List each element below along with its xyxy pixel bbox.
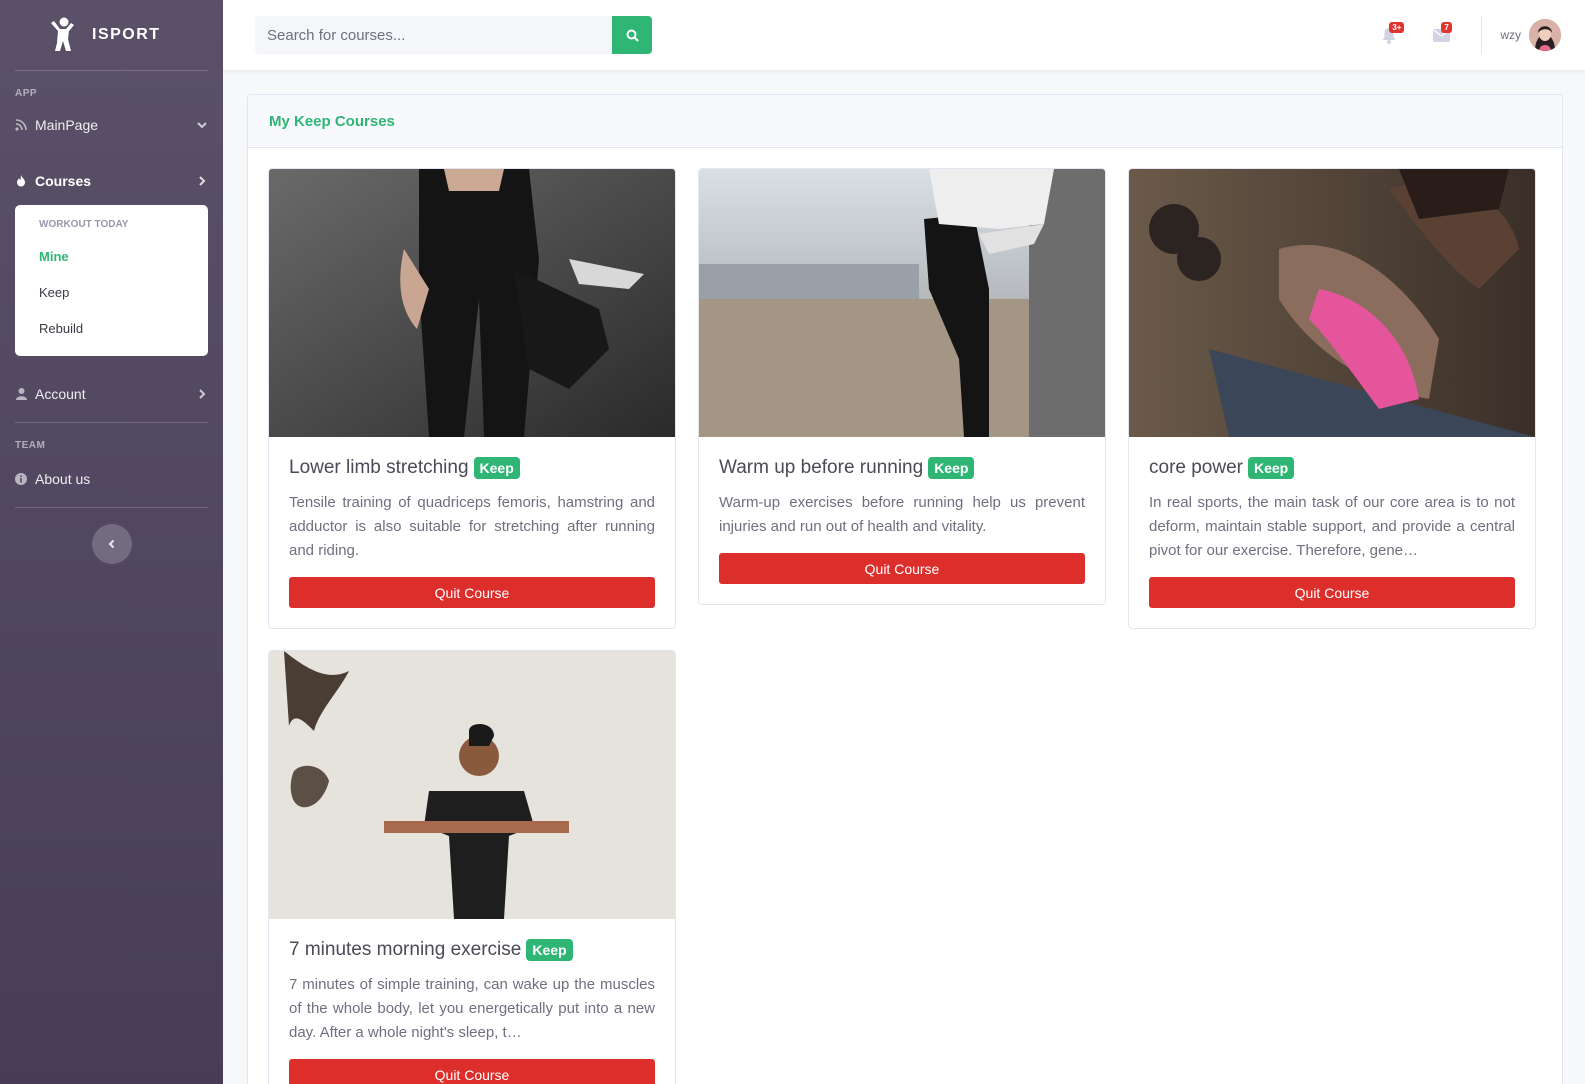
submenu-item-keep[interactable]: Keep bbox=[15, 274, 208, 310]
sidebar-item-label: MainPage bbox=[35, 117, 99, 133]
course-title: Warm up before running Keep bbox=[719, 457, 1085, 479]
course-image bbox=[269, 651, 675, 919]
course-title: 7 minutes morning exercise Keep bbox=[289, 939, 655, 961]
courses-panel: My Keep Courses Lower limb stretching Ke… bbox=[247, 94, 1563, 1084]
keep-badge: Keep bbox=[928, 457, 975, 479]
search-bar bbox=[255, 16, 652, 54]
section-heading-app: APP bbox=[15, 88, 38, 99]
chevron-right-icon bbox=[199, 389, 206, 399]
topbar-right: 3+ 7 wzy bbox=[1363, 0, 1585, 70]
topbar-divider bbox=[1481, 16, 1483, 54]
course-image bbox=[699, 169, 1105, 437]
course-image bbox=[269, 169, 675, 437]
sidebar-item-mainpage[interactable]: MainPage bbox=[0, 105, 223, 145]
submenu-item-rebuild[interactable]: Rebuild bbox=[15, 310, 208, 346]
brand-name: ISPORT bbox=[92, 26, 161, 43]
alerts-button[interactable]: 3+ bbox=[1363, 0, 1415, 70]
course-title-text: Warm up before running bbox=[719, 457, 924, 478]
quit-course-button[interactable]: Quit Course bbox=[289, 1059, 655, 1084]
divider bbox=[15, 507, 208, 508]
search-button[interactable] bbox=[612, 16, 652, 54]
messages-badge: 7 bbox=[1441, 22, 1452, 33]
chevron-down-icon bbox=[197, 122, 207, 129]
course-description: Warm-up exercises before running help us… bbox=[719, 494, 1085, 535]
course-title-text: Lower limb stretching bbox=[289, 457, 469, 478]
user-icon bbox=[15, 388, 27, 400]
course-description: Tensile training of quadriceps femoris, … bbox=[289, 494, 655, 559]
course-image bbox=[1129, 169, 1535, 437]
submenu-item-mine[interactable]: Mine bbox=[15, 238, 208, 274]
rss-icon bbox=[15, 119, 27, 131]
course-description: 7 minutes of simple training, can wake u… bbox=[289, 976, 655, 1041]
avatar bbox=[1529, 19, 1561, 51]
search-icon bbox=[626, 29, 639, 42]
brand[interactable]: ISPORT bbox=[0, 0, 223, 70]
section-heading-team: TEAM bbox=[15, 440, 46, 451]
course-card: 7 minutes morning exercise Keep 7 minute… bbox=[268, 650, 676, 1084]
quit-course-button[interactable]: Quit Course bbox=[1149, 577, 1515, 608]
messages-button[interactable]: 7 bbox=[1415, 0, 1467, 70]
submenu-heading: WORKOUT TODAY bbox=[39, 219, 129, 230]
sidebar-item-label: Courses bbox=[35, 173, 92, 189]
sidebar-item-courses[interactable]: Courses bbox=[0, 161, 223, 201]
course-card: core power Keep In real sports, the main… bbox=[1128, 168, 1536, 629]
course-card: Lower limb stretching Keep Tensile train… bbox=[268, 168, 676, 629]
sidebar-item-about[interactable]: About us bbox=[0, 457, 223, 501]
keep-badge: Keep bbox=[473, 457, 520, 479]
sidebar: ISPORT APP MainPage Courses WORKOUT TODA… bbox=[0, 0, 223, 1084]
course-title-text: core power bbox=[1149, 457, 1243, 478]
quit-course-button[interactable]: Quit Course bbox=[289, 577, 655, 608]
keep-badge: Keep bbox=[1248, 457, 1295, 479]
user-menu[interactable]: wzy bbox=[1500, 19, 1561, 51]
search-input[interactable] bbox=[255, 16, 612, 54]
keep-badge: Keep bbox=[526, 939, 573, 961]
sidebar-item-account[interactable]: Account bbox=[0, 374, 223, 414]
fire-icon bbox=[15, 175, 27, 187]
course-title: Lower limb stretching Keep bbox=[289, 457, 655, 479]
sidebar-toggle-button[interactable] bbox=[91, 524, 132, 564]
sidebar-item-label: About us bbox=[35, 471, 91, 487]
chevron-left-icon bbox=[108, 539, 114, 549]
course-card: Warm up before running Keep Warm-up exer… bbox=[698, 168, 1106, 605]
logo-icon bbox=[51, 17, 74, 51]
quit-course-button[interactable]: Quit Course bbox=[719, 553, 1085, 584]
courses-submenu: WORKOUT TODAY Mine Keep Rebuild bbox=[15, 205, 208, 356]
page-title: My Keep Courses bbox=[269, 112, 395, 130]
username: wzy bbox=[1500, 28, 1521, 42]
alerts-badge: 3+ bbox=[1389, 22, 1405, 33]
info-icon bbox=[15, 473, 27, 485]
panel-header: My Keep Courses bbox=[248, 95, 1562, 148]
course-title: core power Keep bbox=[1149, 457, 1515, 479]
topbar: 3+ 7 wzy bbox=[223, 0, 1585, 70]
course-title-text: 7 minutes morning exercise bbox=[289, 939, 522, 960]
course-description: In real sports, the main task of our cor… bbox=[1149, 494, 1515, 559]
sidebar-item-label: Account bbox=[35, 386, 86, 402]
chevron-right-icon bbox=[199, 176, 206, 186]
